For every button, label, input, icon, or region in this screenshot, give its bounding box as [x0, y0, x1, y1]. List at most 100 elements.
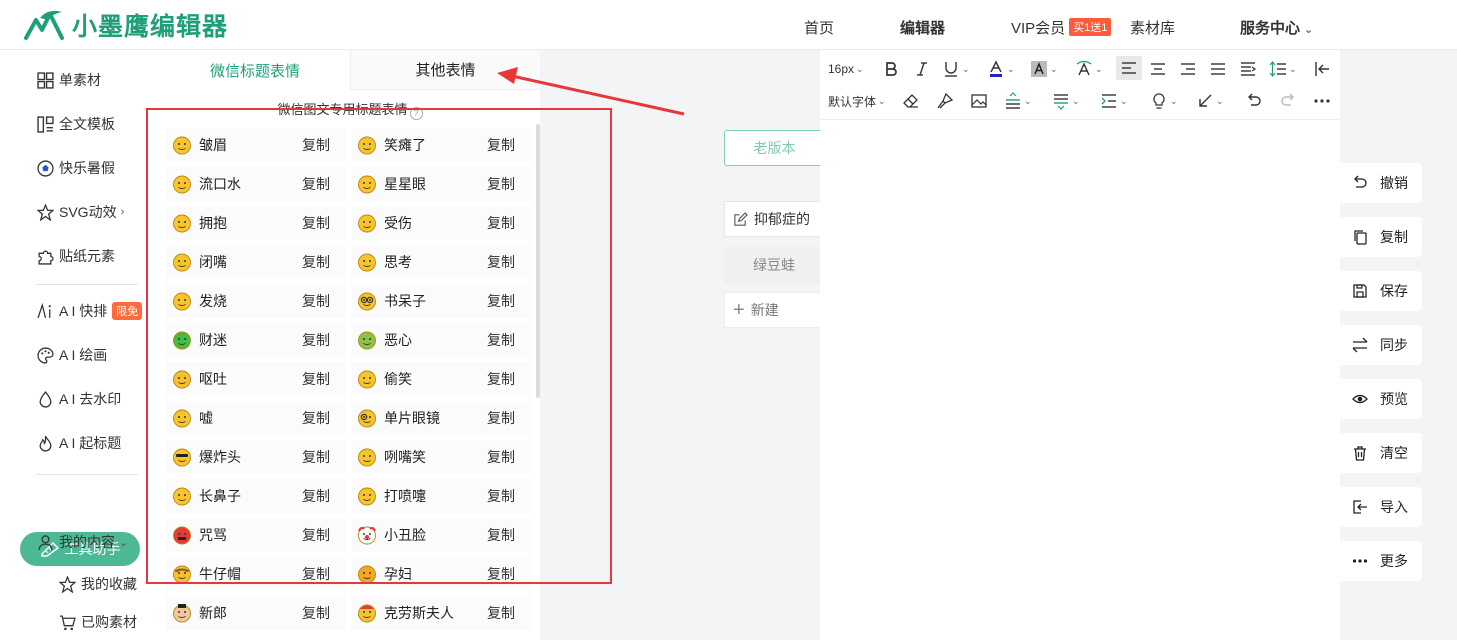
redo-toolbar-button[interactable]: [1279, 89, 1297, 113]
copy-emoji-button[interactable]: 复制: [487, 447, 515, 467]
sidebar-item-full-template[interactable]: 全文模板: [36, 113, 115, 135]
sidebar-item-my-content[interactable]: 我的内容 ⌄: [36, 531, 128, 553]
copy-button[interactable]: 复制: [1340, 217, 1422, 257]
sidebar-item-purchased[interactable]: 已购素材: [58, 611, 137, 633]
indent-button[interactable]: [1239, 57, 1257, 81]
editor-canvas[interactable]: 16px ⌄ ⌄ ⌄ ⌄ ⌄ ⌄ 默认字体 ⌄ ⌄ ⌄ ⌄ ⌄ ⌄: [820, 50, 1340, 640]
help-icon[interactable]: ?: [409, 107, 423, 120]
emoji-item[interactable]: 新郎 复制: [166, 596, 346, 630]
copy-emoji-button[interactable]: 复制: [302, 213, 330, 233]
import-button[interactable]: 导入: [1340, 487, 1422, 527]
undo-toolbar-button[interactable]: [1245, 89, 1263, 113]
copy-emoji-button[interactable]: 复制: [487, 486, 515, 506]
new-doc-button[interactable]: + 新建: [724, 292, 824, 328]
preview-button[interactable]: 预览: [1340, 379, 1422, 419]
doc-item[interactable]: 绿豆蛙: [724, 247, 824, 283]
emoji-item[interactable]: 恶心 复制: [351, 323, 531, 357]
undo-button[interactable]: 撤销: [1340, 163, 1422, 203]
copy-emoji-button[interactable]: 复制: [487, 213, 515, 233]
bold-button[interactable]: [882, 57, 900, 81]
emoji-item[interactable]: 克劳斯夫人 复制: [351, 596, 531, 630]
nav-service-center[interactable]: 服务中心 ⌄: [1240, 17, 1313, 38]
sidebar-item-summer[interactable]: 快乐暑假: [36, 157, 115, 179]
copy-emoji-button[interactable]: 复制: [302, 174, 330, 194]
copy-emoji-button[interactable]: 复制: [302, 291, 330, 311]
emoji-item[interactable]: 咧嘴笑 复制: [351, 440, 531, 474]
emoji-item[interactable]: 思考 复制: [351, 245, 531, 279]
logo[interactable]: 小墨鹰编辑器: [22, 8, 228, 42]
font-color-button[interactable]: ⌄: [987, 57, 1015, 81]
align-right-button[interactable]: [1179, 57, 1197, 81]
emoji-item[interactable]: 呕吐 复制: [166, 362, 346, 396]
align-left-button[interactable]: [1116, 56, 1142, 80]
emoji-item[interactable]: 星星眼 复制: [351, 167, 531, 201]
emoji-item[interactable]: 咒骂 复制: [166, 518, 346, 552]
copy-emoji-button[interactable]: 复制: [302, 252, 330, 272]
sidebar-item-ai-paint[interactable]: A I 绘画: [36, 344, 107, 366]
copy-emoji-button[interactable]: 复制: [487, 408, 515, 428]
copy-emoji-button[interactable]: 复制: [487, 330, 515, 350]
exit-button[interactable]: [1313, 57, 1331, 81]
sidebar-item-sticker[interactable]: 贴纸元素: [36, 245, 115, 267]
clear-format-button[interactable]: [902, 89, 920, 113]
emoji-item[interactable]: 孕妇 复制: [351, 557, 531, 591]
nav-home[interactable]: 首页: [804, 17, 834, 38]
scrollbar[interactable]: [536, 124, 540, 398]
copy-emoji-button[interactable]: 复制: [302, 486, 330, 506]
emoji-item[interactable]: 长鼻子 复制: [166, 479, 346, 513]
italic-button[interactable]: [913, 57, 931, 81]
underline-button[interactable]: ⌄: [942, 57, 970, 81]
tab-other-emoji[interactable]: 其他表情: [350, 50, 540, 90]
more-toolbar-button[interactable]: [1313, 89, 1331, 113]
emoji-item[interactable]: 受伤 复制: [351, 206, 531, 240]
emoji-item[interactable]: 单片眼镜 复制: [351, 401, 531, 435]
font-size-select[interactable]: 16px ⌄: [828, 57, 864, 81]
letter-spacing-button[interactable]: ⌄: [1100, 89, 1128, 113]
sidebar-item-ai-watermark[interactable]: A I 去水印: [36, 388, 121, 410]
emoji-item[interactable]: 皱眉 复制: [166, 128, 346, 162]
line-height-button[interactable]: ⌄: [1269, 57, 1297, 81]
paragraph-spacing-after-button[interactable]: ⌄: [1052, 89, 1080, 113]
copy-emoji-button[interactable]: 复制: [302, 135, 330, 155]
copy-emoji-button[interactable]: 复制: [487, 174, 515, 194]
arrow-style-button[interactable]: ⌄: [1196, 89, 1224, 113]
sidebar-item-favorites[interactable]: 我的收藏: [58, 573, 137, 595]
tab-wechat-title-emoji[interactable]: 微信标题表情: [160, 50, 350, 90]
justify-button[interactable]: [1209, 57, 1227, 81]
old-version-button[interactable]: 老版本: [724, 130, 824, 166]
nav-material-library[interactable]: 素材库: [1130, 17, 1175, 38]
copy-emoji-button[interactable]: 复制: [302, 447, 330, 467]
emoji-item[interactable]: 爆炸头 复制: [166, 440, 346, 474]
save-button[interactable]: 保存: [1340, 271, 1422, 311]
copy-emoji-button[interactable]: 复制: [487, 564, 515, 584]
emoji-item[interactable]: 财迷 复制: [166, 323, 346, 357]
copy-emoji-button[interactable]: 复制: [487, 135, 515, 155]
emoji-item[interactable]: 笑瘫了 复制: [351, 128, 531, 162]
format-painter-button[interactable]: [936, 89, 954, 113]
highlight-button[interactable]: ⌄: [1030, 57, 1058, 81]
sync-button[interactable]: 同步: [1340, 325, 1422, 365]
copy-emoji-button[interactable]: 复制: [302, 369, 330, 389]
sidebar-item-svg[interactable]: SVG动效 ›: [36, 201, 124, 223]
copy-emoji-button[interactable]: 复制: [487, 603, 515, 623]
tips-button[interactable]: ⌄: [1150, 89, 1178, 113]
copy-emoji-button[interactable]: 复制: [302, 408, 330, 428]
clear-button[interactable]: 清空: [1340, 433, 1422, 473]
paragraph-spacing-button[interactable]: ⌄: [1004, 89, 1032, 113]
emoji-item[interactable]: 流口水 复制: [166, 167, 346, 201]
copy-emoji-button[interactable]: 复制: [302, 564, 330, 584]
emoji-item[interactable]: 拥抱 复制: [166, 206, 346, 240]
sidebar-item-ai-layout[interactable]: A I 快排 限免: [36, 300, 143, 322]
font-family-select[interactable]: 默认字体 ⌄: [828, 89, 886, 113]
copy-emoji-button[interactable]: 复制: [487, 291, 515, 311]
copy-emoji-button[interactable]: 复制: [302, 603, 330, 623]
emoji-item[interactable]: 小丑脸 复制: [351, 518, 531, 552]
emoji-item[interactable]: 闭嘴 复制: [166, 245, 346, 279]
more-button[interactable]: 更多: [1340, 541, 1422, 581]
nav-vip[interactable]: VIP会员 买1送1: [1011, 17, 1112, 38]
sidebar-item-ai-title[interactable]: A I 起标题: [36, 432, 121, 454]
emoji-item[interactable]: 牛仔帽 复制: [166, 557, 346, 591]
emoji-item[interactable]: 嘘 复制: [166, 401, 346, 435]
copy-emoji-button[interactable]: 复制: [487, 525, 515, 545]
copy-emoji-button[interactable]: 复制: [302, 525, 330, 545]
